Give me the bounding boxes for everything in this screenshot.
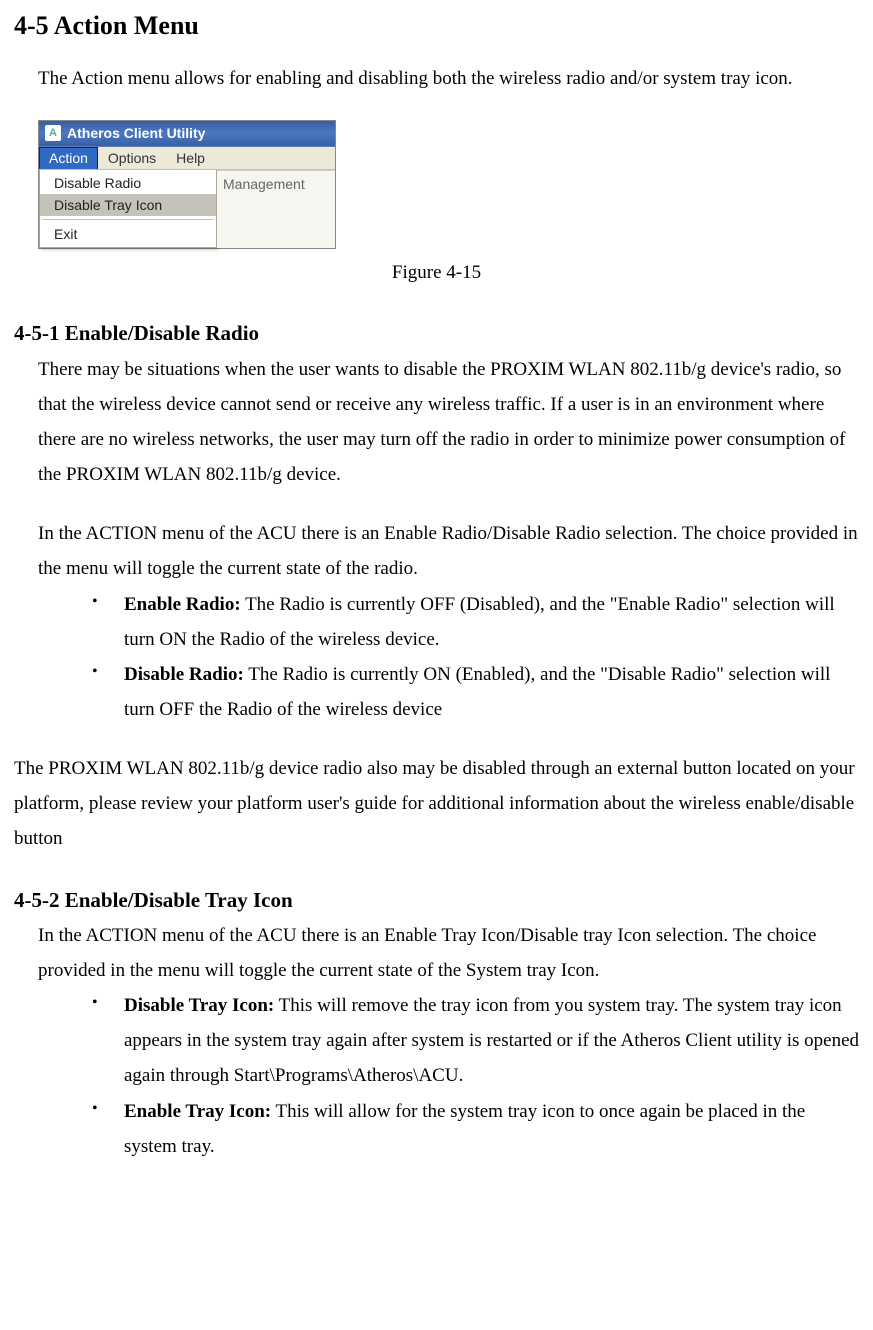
bullet-label: Enable Radio: bbox=[124, 594, 241, 615]
subsection-heading-radio: 4-5-1 Enable/Disable Radio bbox=[14, 320, 859, 347]
list-item: Enable Tray Icon: This will allow for th… bbox=[92, 1094, 859, 1164]
action-dropdown: Disable Radio Disable Tray Icon Exit bbox=[39, 170, 217, 249]
dropdown-exit[interactable]: Exit bbox=[40, 223, 216, 245]
menubar: Action Options Help bbox=[39, 147, 335, 170]
window-title: Atheros Client Utility bbox=[67, 124, 205, 142]
screenshot-container: A Atheros Client Utility Action Options … bbox=[38, 120, 336, 249]
menu-help[interactable]: Help bbox=[166, 147, 215, 169]
menu-options[interactable]: Options bbox=[98, 147, 166, 169]
menu-action[interactable]: Action bbox=[39, 147, 98, 169]
bullet-label: Enable Tray Icon: bbox=[124, 1101, 271, 1122]
tab-management[interactable]: Management bbox=[217, 170, 335, 249]
bullet-list-tray: Disable Tray Icon: This will remove the … bbox=[14, 988, 859, 1164]
figure-caption: Figure 4-15 bbox=[14, 255, 859, 290]
dropdown-separator bbox=[42, 219, 214, 220]
list-item: Disable Radio: The Radio is currently ON… bbox=[92, 657, 859, 727]
section1-para3: The PROXIM WLAN 802.11b/g device radio a… bbox=[14, 751, 859, 856]
dropdown-disable-tray-icon[interactable]: Disable Tray Icon bbox=[40, 194, 216, 216]
window-titlebar: A Atheros Client Utility bbox=[39, 121, 335, 146]
bullet-label: Disable Tray Icon: bbox=[124, 995, 274, 1016]
subsection-heading-tray: 4-5-2 Enable/Disable Tray Icon bbox=[14, 887, 859, 914]
section1-para2: In the ACTION menu of the ACU there is a… bbox=[38, 516, 859, 586]
section2-para1: In the ACTION menu of the ACU there is a… bbox=[38, 918, 859, 988]
dropdown-disable-radio[interactable]: Disable Radio bbox=[40, 172, 216, 194]
section-title: 4-5 Action Menu bbox=[14, 10, 859, 41]
list-item: Disable Tray Icon: This will remove the … bbox=[92, 988, 859, 1093]
section1-para1: There may be situations when the user wa… bbox=[38, 352, 859, 493]
list-item: Enable Radio: The Radio is currently OFF… bbox=[92, 587, 859, 657]
bullet-list-radio: Enable Radio: The Radio is currently OFF… bbox=[14, 587, 859, 728]
bullet-label: Disable Radio: bbox=[124, 664, 244, 685]
window-body: Disable Radio Disable Tray Icon Exit Man… bbox=[39, 170, 335, 249]
intro-paragraph: The Action menu allows for enabling and … bbox=[38, 61, 859, 96]
app-logo-icon: A bbox=[45, 125, 61, 141]
